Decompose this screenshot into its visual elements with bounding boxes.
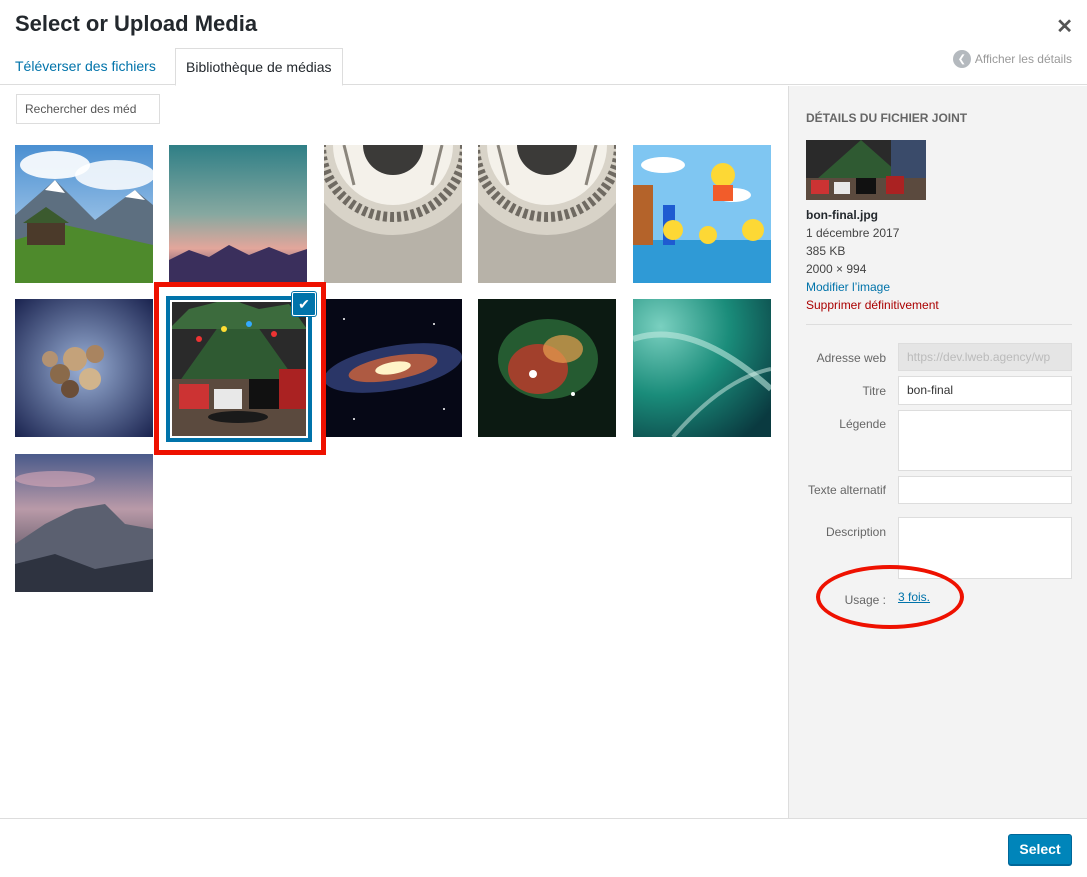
- caption-label: Légende: [839, 417, 886, 431]
- search-input[interactable]: [16, 94, 160, 124]
- divider: [806, 324, 1072, 325]
- mountain-cabin-landscape-icon: [15, 145, 153, 283]
- tab-bar: Téléverser des fichiers Bibliothèque de …: [0, 48, 1087, 86]
- teal-wave-icon: [633, 299, 771, 437]
- pastel-gradient-icon: [169, 145, 307, 283]
- upload-date: 1 décembre 2017: [806, 226, 900, 240]
- show-details-toggle[interactable]: ❮ Afficher les détails: [952, 50, 1072, 68]
- dried-flowers-icon: [15, 299, 153, 437]
- media-item-half-dome[interactable]: [15, 454, 153, 592]
- half-dome-mountain-icon: [15, 454, 153, 592]
- delete-permanently-link[interactable]: Supprimer définitivement: [806, 296, 939, 314]
- tab-media-library[interactable]: Bibliothèque de médias: [175, 48, 343, 86]
- media-item-dome-ceiling-2[interactable]: [478, 145, 616, 283]
- url-field[interactable]: https://dev.lweb.agency/wp: [898, 343, 1072, 371]
- simpsons-cartoon-icon: [633, 145, 771, 283]
- modal-title: Select or Upload Media: [15, 11, 258, 36]
- alt-text-label: Texte alternatif: [807, 483, 886, 497]
- media-item-dried-flowers[interactable]: [15, 299, 153, 437]
- dome-ceiling-icon: [478, 145, 616, 283]
- christmas-tree-presents-icon: [806, 140, 926, 200]
- chevron-left-icon: ❮: [952, 50, 971, 68]
- nebula-icon: [478, 299, 616, 437]
- dome-ceiling-icon: [324, 145, 462, 283]
- media-item-nebula[interactable]: [478, 299, 616, 437]
- modal-footer: Select: [0, 818, 1087, 877]
- media-item-simpsons[interactable]: [633, 145, 771, 283]
- attachment-details-sidebar: Détails du fichier joint bon-final.jpg 1…: [788, 86, 1087, 818]
- caption-field[interactable]: [898, 410, 1072, 471]
- dimensions: 2000 × 994: [806, 262, 867, 276]
- galaxy-icon: [324, 299, 462, 437]
- show-details-label: Afficher les détails: [974, 52, 1072, 66]
- select-button[interactable]: Select: [1008, 834, 1072, 865]
- annotation-highlight-box: [154, 282, 326, 455]
- media-item-galaxy[interactable]: [324, 299, 462, 437]
- attachment-meta: bon-final.jpg 1 décembre 2017 385 KB 200…: [806, 206, 939, 314]
- title-field[interactable]: bon-final: [898, 376, 1072, 405]
- alt-text-field[interactable]: [898, 476, 1072, 504]
- attachment-details-heading: Détails du fichier joint: [806, 111, 968, 125]
- media-item-pastel-gradient[interactable]: [169, 145, 307, 283]
- media-item-dome-ceiling-1[interactable]: [324, 145, 462, 283]
- close-icon[interactable]: ✕: [1056, 14, 1073, 39]
- title-label: Titre: [862, 384, 886, 398]
- attachment-preview: [806, 140, 926, 200]
- edit-image-link[interactable]: Modifier l’image: [806, 278, 939, 296]
- tab-upload-files[interactable]: Téléverser des fichiers: [5, 48, 166, 85]
- file-size: 385 KB: [806, 244, 846, 258]
- description-label: Description: [825, 525, 886, 539]
- url-label: Adresse web: [816, 351, 886, 365]
- media-item-teal-wave[interactable]: [633, 299, 771, 437]
- file-name: bon-final.jpg: [806, 208, 878, 222]
- annotation-highlight-ellipse: [816, 565, 964, 629]
- media-item-mountain-cabin[interactable]: [15, 145, 153, 283]
- media-modal: Select or Upload Media ✕ Téléverser des …: [0, 0, 1087, 877]
